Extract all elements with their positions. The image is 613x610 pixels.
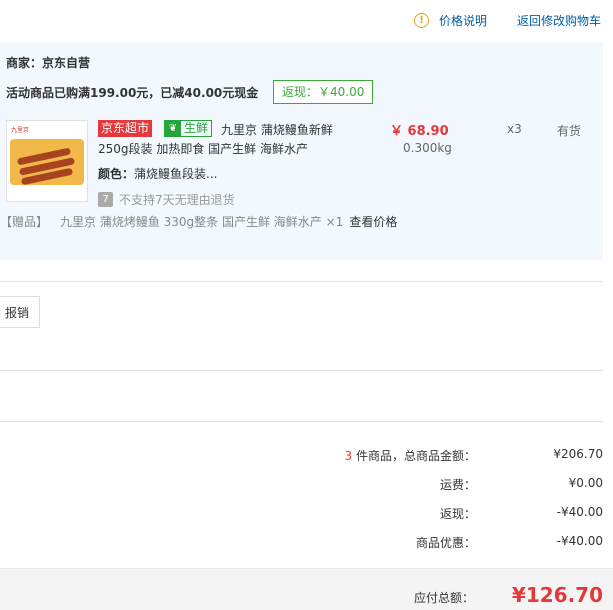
back-to-cart-link[interactable]: 返回修改购物车 (517, 12, 601, 29)
summary-cashback-value: -¥40.00 (556, 505, 603, 519)
info-icon: ! (414, 13, 429, 28)
product-title-line1[interactable]: 九里京 蒲烧鳗鱼新鲜 (221, 121, 333, 138)
top-links: ! 价格说明 返回修改购物车 (0, 12, 613, 32)
summary-total-goods-value: ¥206.70 (553, 447, 603, 461)
fresh-badge: ❦ 生鲜 (164, 120, 213, 137)
product-price: ￥ 68.90 (390, 124, 449, 139)
total-label: 应付总额： (413, 591, 474, 605)
fresh-badge-label: 生鲜 (184, 121, 209, 135)
jd-supermarket-badge: 京东超市 (98, 120, 153, 137)
product-quantity: x3 (507, 122, 522, 136)
gift-row: 【赠品】 九里京 蒲烧烤鳗鱼 330g整条 国产生鲜 海鲜水产 ×1 查看价格 (0, 213, 397, 230)
no-return-text: 不支持7天无理由退货 (119, 193, 235, 207)
product-title-line2[interactable]: 250g段装 加热即食 国产生鲜 海鲜水产 (98, 140, 308, 157)
divider (0, 421, 603, 422)
product-image-brand: 九里京 (11, 127, 30, 134)
color-value: 蒲烧鳗鱼段装... (134, 167, 218, 181)
gift-tag: 【赠品】 (0, 215, 49, 229)
summary-cashback-row: 返现： -¥40.00 (0, 505, 603, 523)
price-help-label: 价格说明 (439, 14, 488, 28)
total-value: ¥126.70 (511, 583, 603, 607)
product-weight: 0.300kg (403, 141, 452, 155)
return-policy-icon: 7 (98, 192, 113, 207)
divider (0, 281, 603, 282)
item-count-suffix: 件商品，总商品金额： (352, 449, 476, 463)
divider (0, 370, 603, 371)
order-section: 商家：京东自营 活动商品已购满199.00元，已减40.00元现金 返现：￥40… (0, 42, 603, 260)
invoice-button[interactable]: 报销 (0, 296, 40, 328)
color-row: 颜色：蒲烧鳗鱼段装... (98, 165, 217, 182)
price-help-link[interactable]: ! 价格说明 (414, 12, 487, 29)
merchant-label: 商家： (6, 56, 43, 70)
summary-discount-value: -¥40.00 (556, 534, 603, 548)
merchant-row: 商家：京东自营 (6, 54, 90, 71)
view-price-link[interactable]: 查看价格 (349, 215, 397, 229)
summary-shipping-row: 运费： ¥0.00 (0, 476, 603, 494)
summary-total-goods-label: 3 件商品，总商品金额： (345, 447, 476, 464)
gift-name[interactable]: 九里京 蒲烧烤鳗鱼 330g整条 国产生鲜 海鲜水产 ×1 (60, 215, 343, 229)
no-return-notice: 7 不支持7天无理由退货 (98, 191, 235, 208)
summary-shipping-label: 运费： (439, 478, 476, 492)
summary-cashback-label: 返现： (439, 507, 476, 521)
summary-discount-label: 商品优惠： (415, 536, 476, 550)
total-bar: 应付总额： ¥126.70 (0, 568, 613, 610)
cashback-tag: 返现：￥40.00 (273, 80, 374, 104)
merchant-name: 京东自营 (42, 56, 91, 70)
summary-total-goods-row: 3 件商品，总商品金额： ¥206.70 (0, 447, 603, 465)
leaf-icon: ❦ (165, 121, 181, 136)
promo-text: 活动商品已购满199.00元，已减40.00元现金 (6, 86, 259, 100)
stock-status: 有货 (557, 124, 582, 138)
summary-discount-row: 商品优惠： -¥40.00 (0, 534, 603, 552)
product-image[interactable]: 九里京 (6, 120, 88, 202)
summary-shipping-value: ¥0.00 (568, 476, 603, 490)
color-label: 颜色： (98, 167, 135, 181)
